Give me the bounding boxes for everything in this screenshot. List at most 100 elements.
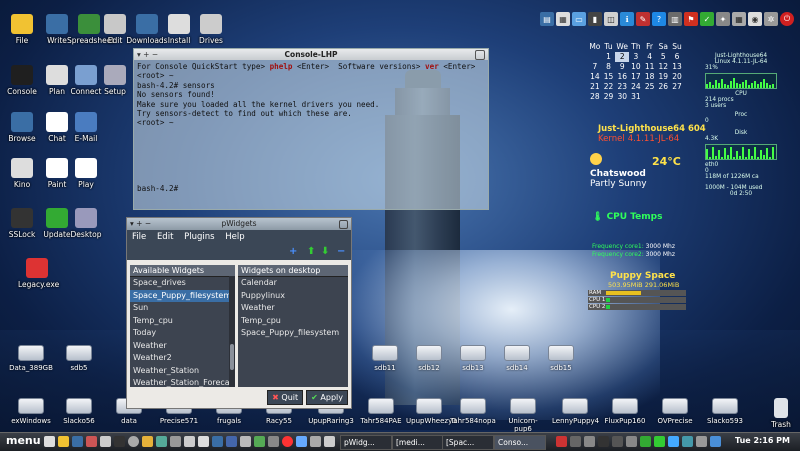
menu-button[interactable]: menu: [6, 434, 41, 447]
clock[interactable]: Tue 2:16 PM: [735, 436, 790, 445]
desktop-icon-play[interactable]: Play: [67, 158, 105, 189]
drive-icon-tahr584pae[interactable]: Tahr584PAE: [358, 398, 404, 425]
settings-icon[interactable]: ✲: [764, 12, 778, 26]
calculator-icon[interactable]: ▦: [732, 12, 746, 26]
move-down-icon[interactable]: ⬇: [321, 246, 329, 257]
available-widget-item[interactable]: Weather2: [130, 352, 235, 365]
available-widget-item[interactable]: Space_Puppy_filesystem: [130, 289, 235, 302]
desktop-widget-item[interactable]: Temp_cpu: [238, 315, 348, 328]
drive-icon-data-389gb[interactable]: Data_389GB: [8, 345, 54, 372]
menu-file[interactable]: File: [132, 232, 146, 242]
clipboard-icon[interactable]: ▦: [556, 12, 570, 26]
chart-icon[interactable]: ▥: [668, 12, 682, 26]
move-up-icon[interactable]: ⬆: [307, 246, 315, 257]
desktop-widget-item[interactable]: Puppylinux: [238, 290, 348, 303]
quicklaunch-screen-icon[interactable]: [324, 436, 335, 447]
drive-icon-sdb14[interactable]: sdb14: [494, 345, 540, 372]
trash-icon-button[interactable]: Trash: [762, 398, 800, 429]
drive-icon-slacko593[interactable]: Slacko593: [702, 398, 748, 425]
desktop-icon-desktop[interactable]: Desktop: [67, 208, 105, 239]
desktop-icon-setup[interactable]: Setup: [96, 65, 134, 96]
quicklaunch-tool-icon[interactable]: [170, 436, 181, 447]
monitor-icon[interactable]: ▭: [572, 12, 586, 26]
available-widget-item[interactable]: Weather_Station: [130, 365, 235, 378]
menu-help[interactable]: Help: [225, 232, 244, 242]
quicklaunch-files-icon[interactable]: [184, 436, 195, 447]
quicklaunch-browser-icon[interactable]: [72, 436, 83, 447]
drive-icon-sdb5[interactable]: sdb5: [56, 345, 102, 372]
remove-icon[interactable]: −: [337, 246, 345, 257]
quicklaunch-app-icon[interactable]: [156, 436, 167, 447]
available-widget-item[interactable]: Weather: [130, 340, 235, 353]
terminal-output[interactable]: For Console QuickStart type> phelp <Ente…: [134, 60, 488, 196]
desktop-icon-file[interactable]: File: [3, 14, 41, 45]
drive-icon-lennypuppy4[interactable]: LennyPuppy4: [552, 398, 599, 425]
quicklaunch-chat-icon[interactable]: [296, 436, 307, 447]
quicklaunch-star-icon[interactable]: [142, 436, 153, 447]
terminal-icon[interactable]: ▮: [588, 12, 602, 26]
desktop-widgets-list[interactable]: Widgets on desktop Calendar Puppylinux Wea…: [238, 265, 348, 387]
drive-icon-slacko56[interactable]: Slacko56: [56, 398, 102, 425]
pwidgets-window[interactable]: ▾ + − pWidgets File Edit Plugins Help + …: [126, 217, 352, 409]
drive-icon-sdb15[interactable]: sdb15: [538, 345, 584, 372]
quicklaunch-net-icon[interactable]: [254, 436, 265, 447]
tray-close-icon[interactable]: [570, 436, 581, 447]
check-icon[interactable]: ✓: [700, 12, 714, 26]
quicklaunch-more-icon[interactable]: [268, 436, 279, 447]
quicklaunch-power-icon[interactable]: [282, 436, 293, 447]
tray-volume-icon[interactable]: [710, 436, 721, 447]
quicklaunch-up-icon[interactable]: [240, 436, 251, 447]
desktop-icon-kino[interactable]: Kino: [3, 158, 41, 189]
available-widget-item[interactable]: Today: [130, 327, 235, 340]
quicklaunch-desktop-icon[interactable]: [198, 436, 209, 447]
desktop-icon-browse[interactable]: Browse: [3, 112, 41, 143]
apply-button[interactable]: ✔ Apply: [306, 390, 348, 405]
help-icon[interactable]: ?: [652, 12, 666, 26]
info-icon[interactable]: ℹ: [620, 12, 634, 26]
desktop-widget-item[interactable]: Weather: [238, 302, 348, 315]
quicklaunch-terminal-icon[interactable]: [114, 436, 125, 447]
quicklaunch-home-icon[interactable]: [44, 436, 55, 447]
quicklaunch-misc-icon[interactable]: [310, 436, 321, 447]
menu-plugins[interactable]: Plugins: [184, 232, 214, 242]
desktop-icon-e-mail[interactable]: E-Mail: [67, 112, 105, 143]
available-widget-item[interactable]: Temp_cpu: [130, 315, 235, 328]
pwidgets-titlebar[interactable]: ▾ + − pWidgets: [127, 218, 351, 230]
color-picker-icon[interactable]: ✎: [636, 12, 650, 26]
available-widget-item[interactable]: Space_drives: [130, 277, 235, 290]
scrollbar[interactable]: [229, 276, 235, 387]
taskbar-task[interactable]: [Spac...: [442, 435, 494, 450]
quicklaunch-folder-icon[interactable]: [58, 436, 69, 447]
tray-network-icon[interactable]: [640, 436, 651, 447]
close-icon[interactable]: [475, 50, 485, 60]
taskbar-task[interactable]: [medi...: [392, 435, 444, 450]
tray-info-icon[interactable]: [682, 436, 693, 447]
tools-icon[interactable]: ✦: [716, 12, 730, 26]
menu-edit[interactable]: Edit: [157, 232, 173, 242]
taskbar-task[interactable]: pWidg...: [340, 435, 392, 450]
scrollbar-thumb[interactable]: [230, 344, 234, 370]
quit-button[interactable]: ✖ Quit: [267, 390, 304, 405]
available-widgets-list[interactable]: Available Widgets Space_drives Space_Pupp…: [130, 265, 235, 387]
desktop-icon-sslock[interactable]: SSLock: [3, 208, 41, 239]
available-widget-item[interactable]: Sun: [130, 302, 235, 315]
desktop-widget-item[interactable]: Space_Puppy_filesystem: [238, 327, 348, 340]
tray-sound-icon[interactable]: [598, 436, 609, 447]
tray-update-icon[interactable]: [654, 436, 665, 447]
tray-keyboard-icon[interactable]: [612, 436, 623, 447]
tray-a-icon[interactable]: [584, 436, 595, 447]
tray-usb-icon[interactable]: [696, 436, 707, 447]
drive-icon-sdb13[interactable]: sdb13: [450, 345, 496, 372]
drive-icon-sdb12[interactable]: sdb12: [406, 345, 452, 372]
network-tools-icon[interactable]: ⚑: [684, 12, 698, 26]
drive-icon-upupwheezy3[interactable]: UpupWheezy3: [406, 398, 457, 425]
quicklaunch-list-icon[interactable]: [226, 436, 237, 447]
add-icon[interactable]: +: [289, 246, 297, 257]
tray-pdf-icon[interactable]: [556, 436, 567, 447]
drive-icon-fluxpup160[interactable]: FluxPup160: [602, 398, 648, 425]
close-icon[interactable]: [339, 220, 348, 229]
console-window[interactable]: ▾ + − Console-LHP For Console QuickStart…: [133, 48, 489, 210]
tray-battery-icon[interactable]: [626, 436, 637, 447]
drive-icon-sdb11[interactable]: sdb11: [362, 345, 408, 372]
drive-icon-unicorn-pup6[interactable]: Unicorn-pup6: [500, 398, 546, 433]
